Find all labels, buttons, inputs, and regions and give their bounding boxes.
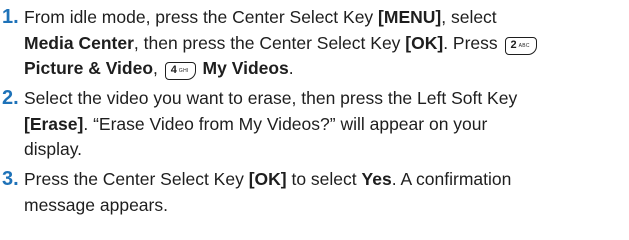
text-line: From idle mode, press the Center Select …: [24, 5, 629, 31]
text-span: ,: [153, 58, 163, 78]
text-line: Press the Center Select Key [OK] to sele…: [24, 167, 629, 193]
step-number: 3.: [2, 168, 19, 190]
key-letters: GHI: [178, 68, 189, 74]
text-span: . A confirmation: [391, 169, 512, 189]
text-span: , select: [441, 7, 497, 27]
key-digit: 4: [170, 64, 177, 76]
step-text: Select the video you want to erase, then…: [24, 86, 629, 163]
text-line: message appears.: [24, 194, 168, 215]
text-line: Media Center, then press the Center Sele…: [24, 31, 629, 57]
text-span: . Press: [443, 32, 503, 53]
menu-item-my-videos: My Videos: [197, 58, 289, 78]
step-text: From idle mode, press the Center Select …: [24, 5, 629, 82]
text-span: . “Erase Video from My Videos?” will app…: [83, 113, 488, 134]
menu-item-picture-video: Picture & Video: [24, 58, 154, 78]
instruction-steps: 1. From idle mode, press the Center Sele…: [0, 0, 629, 240]
step-number: 2.: [2, 87, 19, 109]
text-span: , then press the Center Select Key: [133, 32, 406, 53]
option-yes: Yes: [361, 169, 392, 189]
step-number: 1.: [2, 6, 19, 28]
text-line: Select the video you want to erase, then…: [24, 88, 518, 108]
text-span: .: [288, 58, 294, 78]
key-digit: 2: [510, 38, 517, 51]
text-span: Press the Center Select Key: [24, 169, 249, 189]
text-span: From idle mode, press the Center Select …: [24, 7, 379, 27]
key-letters: ABC: [518, 42, 530, 49]
softkey-name-erase: [Erase]: [24, 113, 84, 134]
key-name-ok: [OK]: [405, 32, 444, 53]
key-2-abc-icon: 2 ABC: [504, 36, 537, 55]
text-line: display.: [24, 139, 83, 159]
key-name-ok: [OK]: [248, 169, 287, 189]
key-4-ghi-icon: 4 GHI: [164, 62, 196, 80]
step-text: Press the Center Select Key [OK] to sele…: [24, 167, 629, 218]
menu-item-media-center: Media Center: [24, 32, 134, 53]
text-line: [Erase]. “Erase Video from My Videos?” w…: [24, 112, 629, 138]
text-line: Picture & Video, 4 GHI My Videos.: [24, 56, 629, 82]
key-name-menu: [MENU]: [378, 7, 442, 27]
text-span: to select: [286, 169, 362, 189]
